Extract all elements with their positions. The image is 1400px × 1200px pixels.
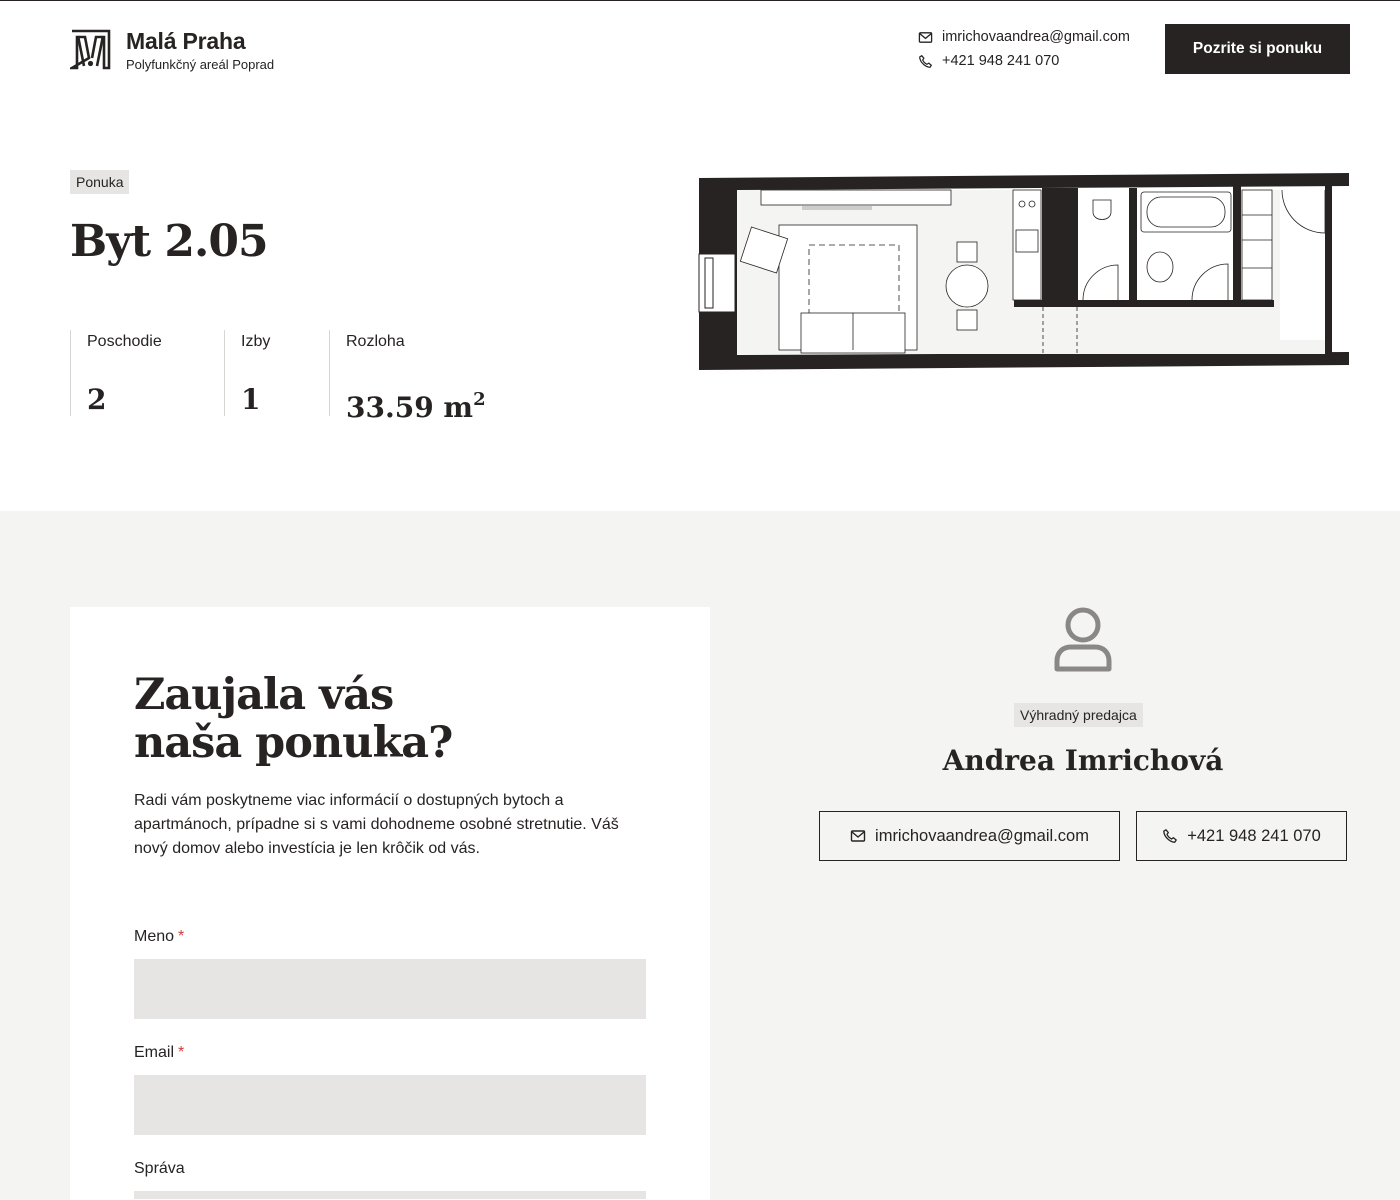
brand-subtitle: Polyfunkčný areál Poprad bbox=[126, 57, 275, 72]
contact-section: Zaujala vás naša ponuka? Radi vám poskyt… bbox=[0, 511, 1400, 1200]
page-title: Byt 2.05 bbox=[70, 216, 269, 267]
stat-area-label: Rozloha bbox=[346, 333, 405, 350]
stat-area-unit-sup: 2 bbox=[473, 389, 486, 410]
agent-email-button[interactable]: imrichovaandrea@gmail.com bbox=[819, 811, 1120, 861]
header-contacts: imrichovaandrea@gmail.com +421 948 241 0… bbox=[918, 25, 1130, 73]
stat-area: Rozloha 33.59 m2 bbox=[329, 330, 509, 424]
contact-form-card: Zaujala vás naša ponuka? Radi vám poskyt… bbox=[70, 607, 710, 1200]
stat-area-number: 33.59 m bbox=[346, 391, 474, 424]
name-label: Meno * bbox=[134, 925, 184, 949]
contact-form-title-line2: naša ponuka? bbox=[134, 718, 453, 768]
email-field[interactable] bbox=[134, 1075, 646, 1135]
header-phone: +421 948 241 070 bbox=[942, 53, 1060, 69]
header-email: imrichovaandrea@gmail.com bbox=[942, 29, 1130, 45]
required-mark: * bbox=[178, 1044, 185, 1061]
apartment-stats: Poschodie 2 Izby 1 Rozloha 33.59 m2 bbox=[70, 330, 509, 424]
mail-icon bbox=[850, 830, 866, 842]
email-label-text: Email bbox=[134, 1044, 175, 1061]
view-offer-button[interactable]: Pozrite si ponuku bbox=[1165, 24, 1350, 74]
message-field[interactable] bbox=[134, 1191, 646, 1199]
phone-icon bbox=[1163, 829, 1178, 843]
name-label-text: Meno bbox=[134, 928, 175, 945]
header-email-link[interactable]: imrichovaandrea@gmail.com bbox=[918, 25, 1130, 49]
contact-form-title-line1: Zaujala vás bbox=[134, 670, 394, 720]
brand-name: Malá Praha bbox=[126, 28, 246, 54]
stat-floor-label: Poschodie bbox=[87, 333, 162, 350]
mail-icon bbox=[918, 31, 933, 43]
stat-rooms-label: Izby bbox=[241, 333, 271, 350]
agent-email: imrichovaandrea@gmail.com bbox=[875, 826, 1089, 845]
logo-mark-icon bbox=[70, 29, 111, 70]
user-icon bbox=[1054, 607, 1112, 672]
offer-tag: Ponuka bbox=[70, 170, 130, 194]
required-mark: * bbox=[178, 928, 185, 945]
agent-role-tag: Výhradný predajca bbox=[1014, 703, 1143, 727]
agent-phone-button[interactable]: +421 948 241 070 bbox=[1136, 811, 1347, 861]
floor-plan-icon bbox=[698, 173, 1349, 370]
stat-floor-value: 2 bbox=[87, 383, 107, 416]
agent-name: Andrea Imrichová bbox=[942, 744, 1224, 777]
header-phone-link[interactable]: +421 948 241 070 bbox=[918, 49, 1130, 73]
phone-icon bbox=[919, 54, 932, 68]
contact-form-description: Radi vám poskytneme viac informácií o do… bbox=[134, 792, 619, 857]
stat-rooms-value: 1 bbox=[241, 383, 261, 416]
message-label: Správa bbox=[134, 1160, 185, 1177]
stat-area-value: 33.59 m2 bbox=[346, 380, 509, 428]
site-header: Malá Praha Polyfunkčný areál Poprad imri… bbox=[0, 0, 1400, 100]
logo[interactable]: Malá Praha Polyfunkčný areál Poprad bbox=[70, 28, 274, 74]
name-field[interactable] bbox=[134, 959, 646, 1019]
agent-phone: +421 948 241 070 bbox=[1187, 826, 1321, 845]
contact-form-title: Zaujala vás naša ponuka? bbox=[134, 671, 654, 767]
email-label: Email * bbox=[134, 1041, 184, 1065]
stat-floor: Poschodie 2 bbox=[70, 330, 224, 416]
stat-rooms: Izby 1 bbox=[224, 330, 329, 416]
